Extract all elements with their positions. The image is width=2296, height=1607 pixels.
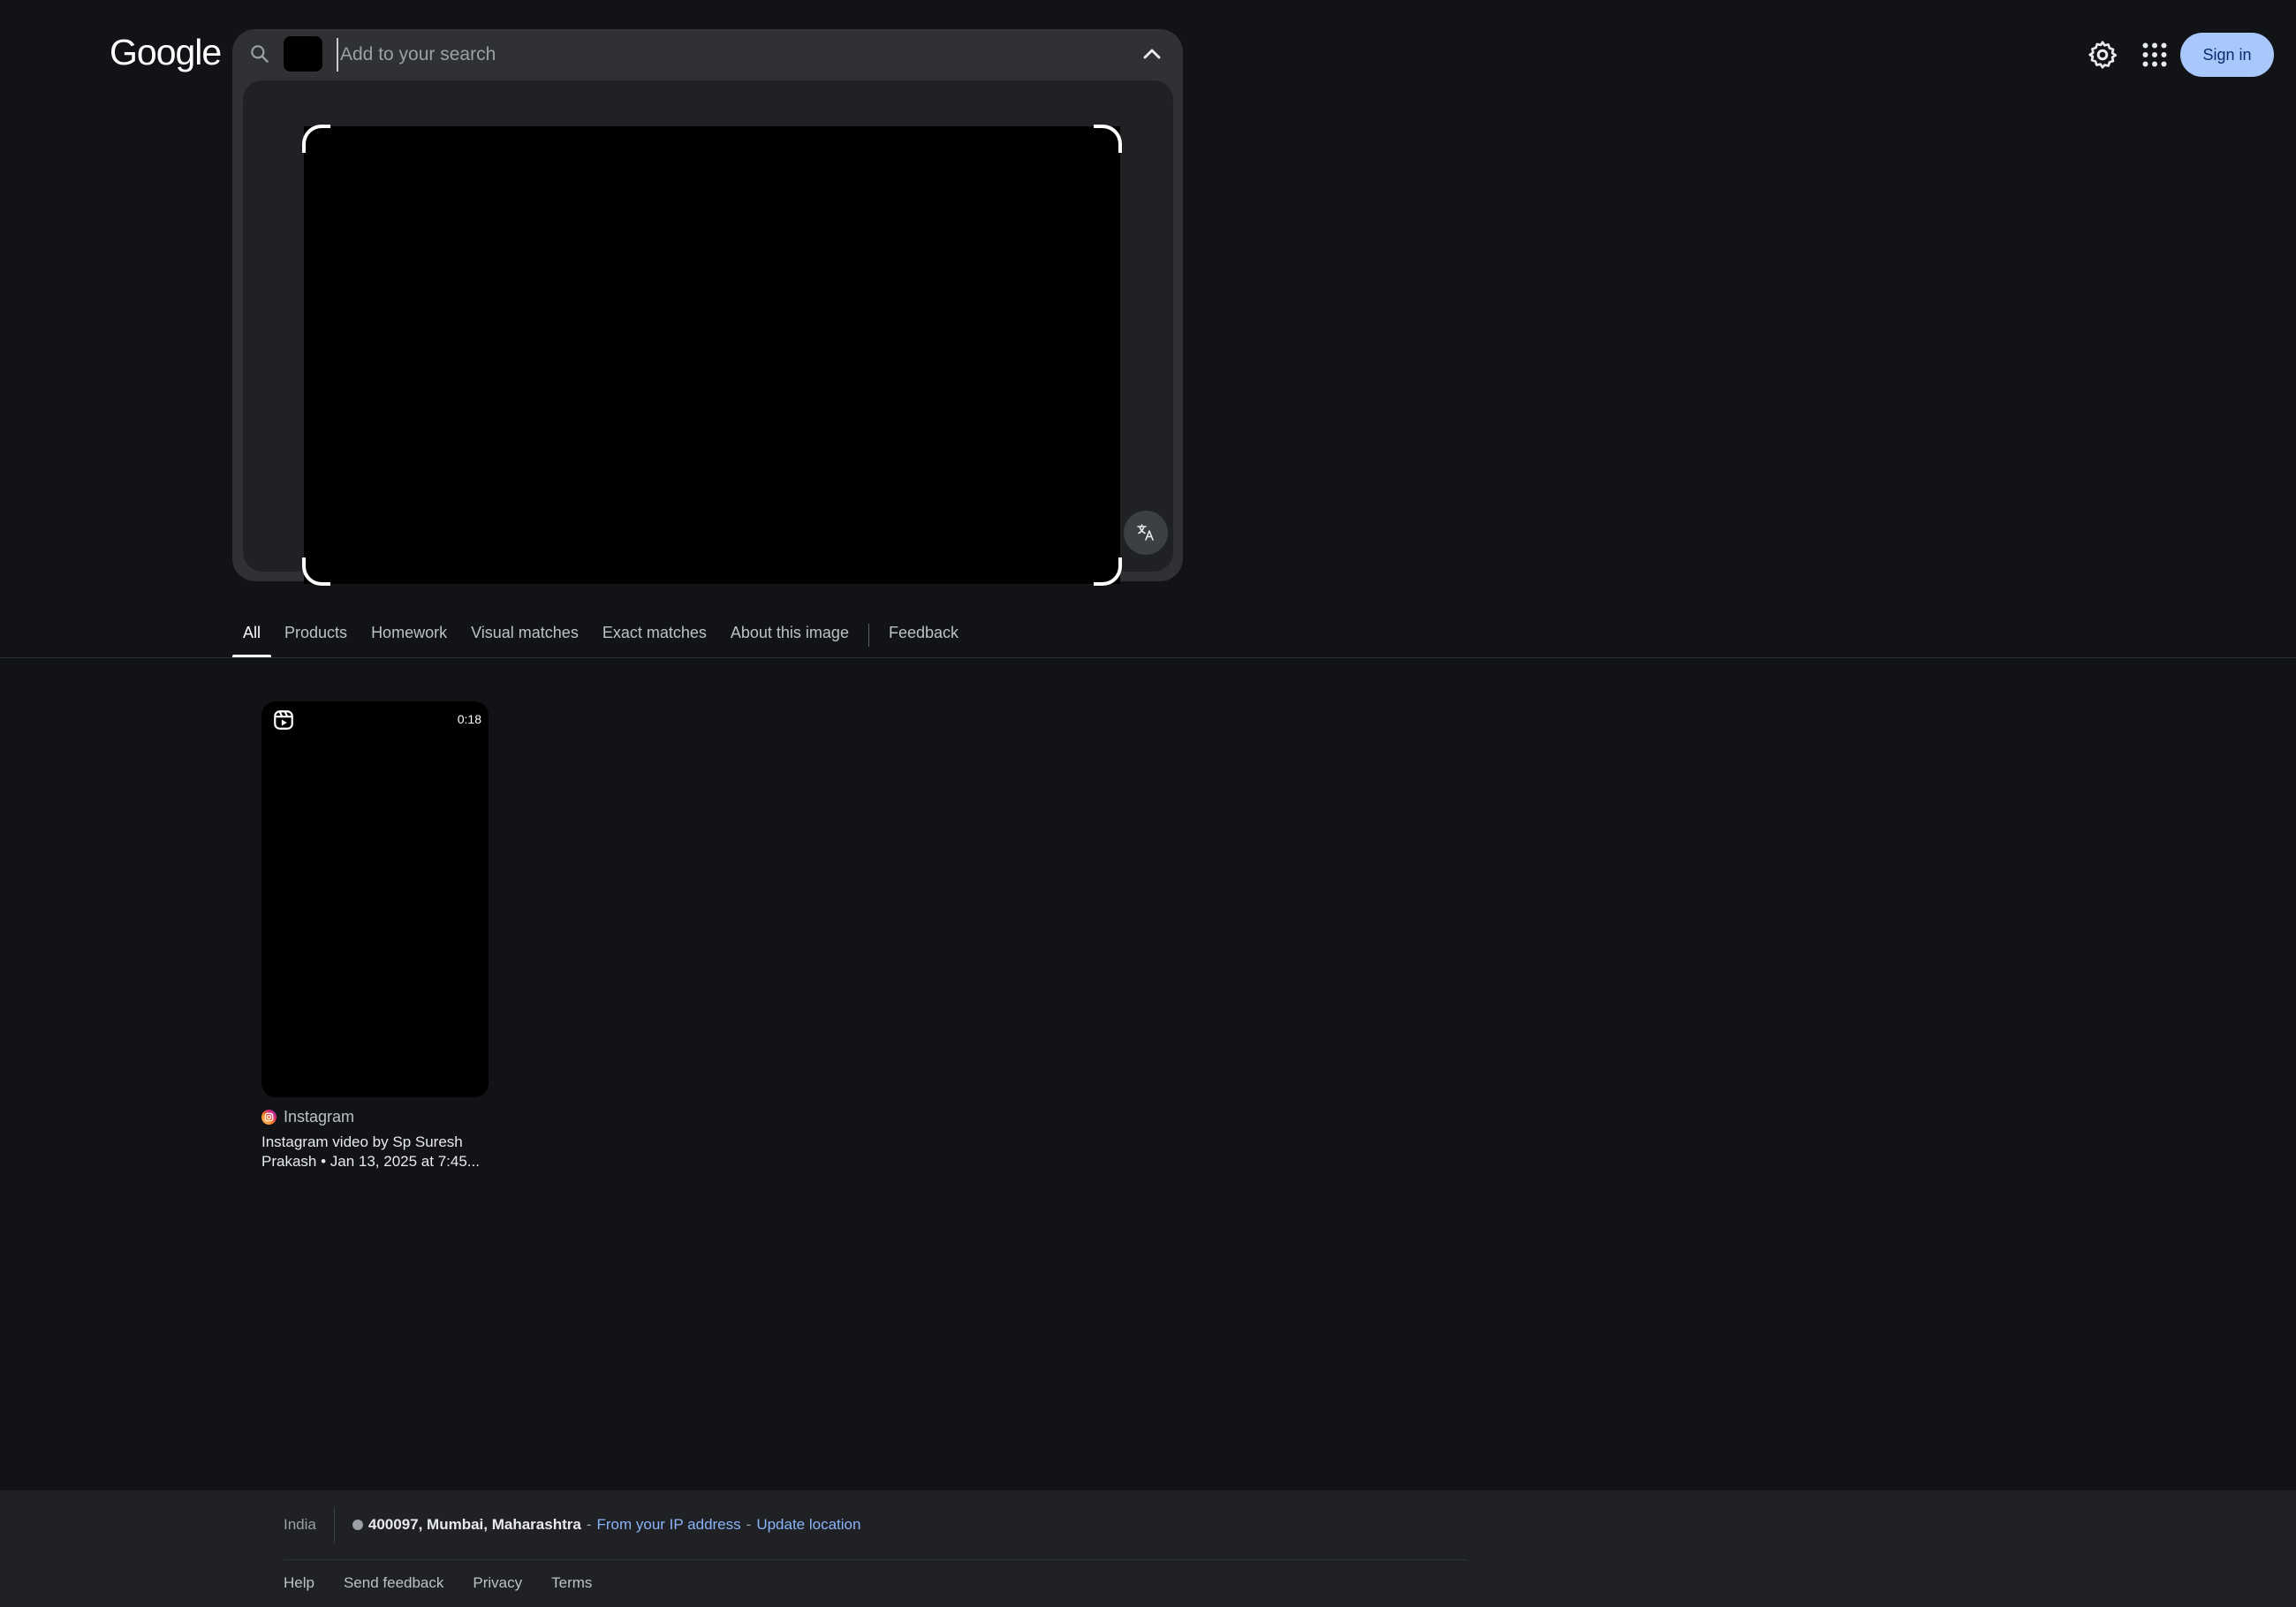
gear-icon[interactable] <box>2087 39 2118 71</box>
footer-location-row: India 400097, Mumbai, Maharashtra - From… <box>284 1490 1467 1560</box>
tab-exact-matches[interactable]: Exact matches <box>602 618 707 657</box>
video-duration: 0:18 <box>457 712 481 726</box>
google-logo[interactable]: Google <box>110 32 222 73</box>
footer: India 400097, Mumbai, Maharashtra - From… <box>0 1490 2296 1607</box>
video-thumbnail[interactable]: 0:18 <box>261 701 489 1097</box>
result-tabs: All Products Homework Visual matches Exa… <box>231 618 982 657</box>
translate-icon <box>1137 524 1154 541</box>
source-name: Instagram <box>284 1107 355 1126</box>
lens-image-area <box>243 80 1173 586</box>
tab-feedback[interactable]: Feedback <box>889 618 959 657</box>
tabs-divider <box>0 657 2296 658</box>
crop-handle-top-left[interactable] <box>302 125 330 153</box>
crop-handle-top-right[interactable] <box>1094 125 1122 153</box>
sign-in-button[interactable]: Sign in <box>2180 33 2274 77</box>
footer-links: Help Send feedback Privacy Terms <box>284 1560 621 1606</box>
ip-address-link[interactable]: From your IP address <box>597 1516 741 1534</box>
crop-handle-bottom-right[interactable] <box>1094 557 1122 586</box>
page: Google Add to your search Sign in All Pr… <box>0 0 2296 1607</box>
crop-handle-bottom-left[interactable] <box>302 557 330 586</box>
search-icon[interactable] <box>248 42 271 65</box>
result-source[interactable]: Instagram <box>261 1106 489 1127</box>
footer-link-terms[interactable]: Terms <box>551 1574 592 1592</box>
chevron-up-icon[interactable] <box>1138 40 1166 68</box>
result-title[interactable]: Instagram video by Sp Suresh Prakash • J… <box>261 1133 482 1171</box>
translate-button[interactable] <box>1124 511 1168 555</box>
result-card[interactable]: 0:18 Instagram Instagram video by Sp Sur… <box>261 701 489 1171</box>
selected-image[interactable] <box>302 125 1122 586</box>
location-dot-icon <box>352 1520 363 1530</box>
search-bar <box>232 29 1183 80</box>
search-input[interactable] <box>337 38 1100 72</box>
tab-all[interactable]: All <box>231 618 272 657</box>
footer-separator: - <box>746 1516 752 1533</box>
tab-about-this-image[interactable]: About this image <box>731 618 849 657</box>
instagram-icon <box>261 1109 277 1125</box>
footer-separator: - <box>586 1516 592 1533</box>
query-image-thumbnail[interactable] <box>284 36 322 72</box>
footer-location: 400097, Mumbai, Maharashtra <box>368 1516 581 1533</box>
tab-visual-matches[interactable]: Visual matches <box>471 618 579 657</box>
tab-products[interactable]: Products <box>284 618 347 657</box>
tab-separator <box>868 624 869 647</box>
apps-grid-icon[interactable] <box>2139 39 2171 71</box>
footer-country: India <box>284 1507 335 1543</box>
update-location-link[interactable]: Update location <box>756 1516 860 1534</box>
footer-link-privacy[interactable]: Privacy <box>473 1574 522 1592</box>
search-panel <box>232 29 1183 586</box>
footer-link-send-feedback[interactable]: Send feedback <box>344 1574 443 1592</box>
tab-homework[interactable]: Homework <box>371 618 447 657</box>
reels-icon <box>274 710 293 730</box>
footer-link-help[interactable]: Help <box>284 1574 314 1592</box>
